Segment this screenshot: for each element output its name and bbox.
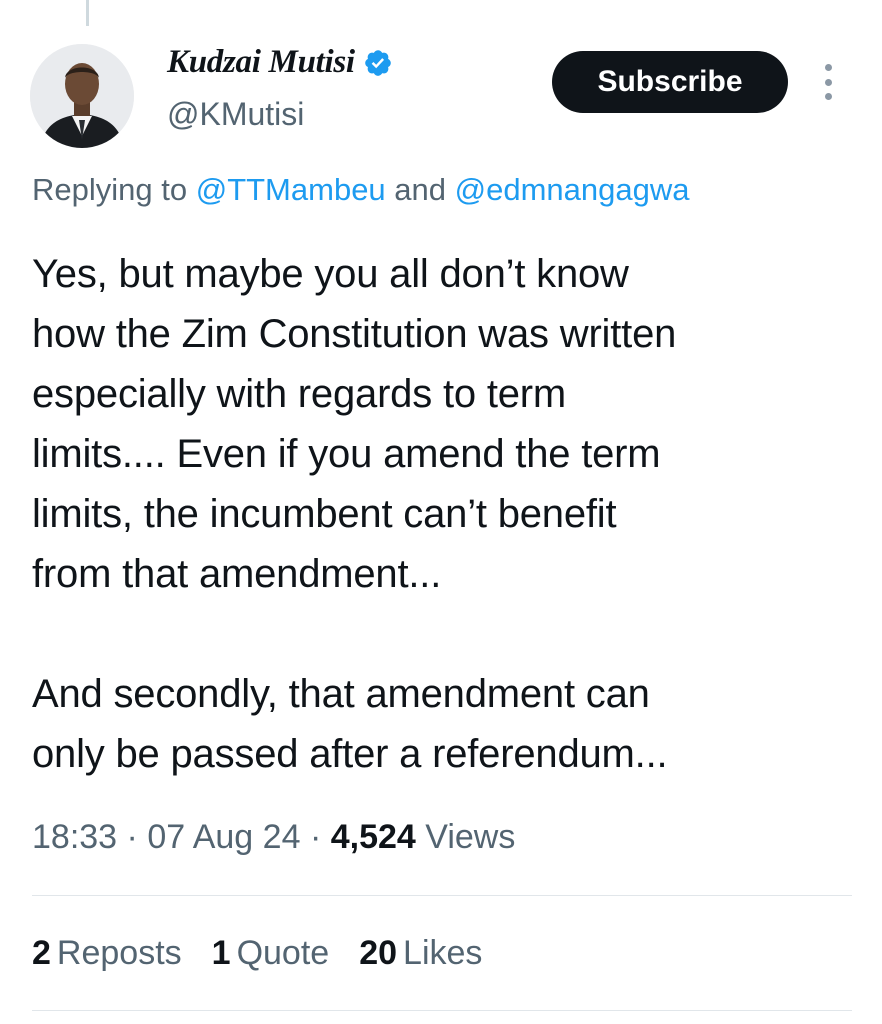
- author-display-name[interactable]: Kudzai Mutisi: [167, 44, 355, 81]
- tweet-time[interactable]: 18:33: [32, 818, 117, 856]
- more-dot: [824, 93, 832, 100]
- mention-edmnangagwa[interactable]: @edmnangagwa: [455, 172, 690, 207]
- quote-count: 1: [211, 934, 231, 972]
- quotes-stat[interactable]: 1 Quote: [212, 934, 330, 973]
- likes-stat[interactable]: 20 Likes: [359, 934, 482, 973]
- reposts-label: Reposts: [56, 934, 182, 972]
- replying-to-line: Replying to @TTMambeu and @edmnangagwa: [32, 172, 690, 208]
- quote-label: Quote: [236, 934, 330, 972]
- likes-count: 20: [359, 934, 398, 972]
- avatar[interactable]: [30, 44, 134, 148]
- subscribe-button[interactable]: Subscribe: [552, 51, 788, 113]
- divider: [32, 895, 852, 896]
- tweet-body: Yes, but maybe you all don’t know how th…: [32, 244, 862, 784]
- replying-to-joiner: and: [394, 172, 447, 207]
- divider: [32, 1010, 852, 1011]
- avatar-image: [30, 44, 134, 148]
- more-dot: [824, 64, 832, 71]
- reposts-stat[interactable]: 2 Reposts: [32, 934, 182, 973]
- meta-separator: ·: [309, 818, 322, 856]
- thread-connector-line: [86, 0, 89, 26]
- views-count: 4,524: [330, 818, 416, 856]
- views-label: Views: [425, 818, 516, 856]
- tweet-paragraph: Yes, but maybe you all don’t know how th…: [32, 252, 677, 596]
- likes-label: Likes: [403, 934, 483, 972]
- meta-separator: ·: [126, 818, 138, 856]
- tweet-meta: 18:33 · 07 Aug 24 · 4,524 Views: [32, 818, 515, 857]
- replying-to-label: Replying to: [32, 172, 188, 207]
- engagement-stats: 2 Reposts 1 Quote 20 Likes: [32, 934, 482, 973]
- more-dot: [824, 78, 832, 86]
- tweet-paragraph: And secondly, that amendment can only be…: [32, 672, 668, 776]
- mention-ttmambeu[interactable]: @TTMambeu: [196, 172, 386, 207]
- author-name-row: Kudzai Mutisi: [167, 44, 393, 81]
- reposts-count: 2: [32, 934, 51, 972]
- more-options-icon[interactable]: [813, 64, 843, 100]
- verified-badge-icon: [363, 48, 393, 78]
- author-handle[interactable]: @KMutisi: [167, 96, 304, 133]
- tweet-date[interactable]: 07 Aug 24: [147, 818, 300, 856]
